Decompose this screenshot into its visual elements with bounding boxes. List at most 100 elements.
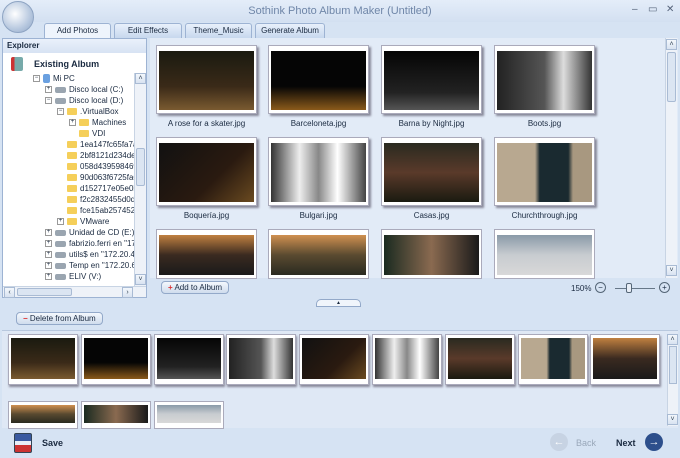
save-icon[interactable] bbox=[14, 433, 32, 453]
photo-thumbnail[interactable] bbox=[494, 229, 595, 279]
album-photo[interactable] bbox=[444, 334, 515, 385]
tree-item[interactable]: − Mi PC bbox=[3, 73, 134, 84]
expand-toggle-icon[interactable]: + bbox=[45, 240, 52, 248]
scroll-right-button[interactable]: › bbox=[122, 287, 133, 298]
photo-thumbnail[interactable] bbox=[381, 137, 482, 206]
expand-toggle-icon[interactable]: + bbox=[45, 262, 52, 270]
scroll-thumb[interactable] bbox=[669, 346, 677, 384]
tree-item[interactable]: + ELIV (V:) bbox=[3, 271, 134, 282]
zoom-slider-thumb[interactable] bbox=[626, 283, 632, 293]
photo-caption: Boquería.jpg bbox=[183, 211, 230, 220]
photos-vertical-scrollbar[interactable]: ˄ ˅ bbox=[665, 38, 677, 278]
scroll-thumb[interactable] bbox=[667, 52, 676, 102]
maximize-button[interactable]: ▭ bbox=[648, 4, 657, 15]
scroll-up-button[interactable]: ˄ bbox=[667, 334, 678, 345]
tab-edit-effects[interactable]: Edit Effects bbox=[114, 23, 182, 38]
tree-item[interactable]: + utils$ en "172.20.4.1 bbox=[3, 249, 134, 260]
album-photo[interactable] bbox=[8, 334, 78, 385]
tab-theme-music[interactable]: Theme_Music bbox=[185, 23, 252, 38]
tree-item[interactable]: − .VirtualBox bbox=[3, 106, 134, 117]
scroll-down-button[interactable]: ˅ bbox=[135, 274, 146, 285]
expand-toggle-icon[interactable]: − bbox=[57, 108, 64, 116]
tree-item[interactable]: fce15ab2574523 bbox=[3, 205, 134, 216]
net-icon bbox=[55, 273, 66, 280]
tree-item[interactable]: + Disco local (C:) bbox=[3, 84, 134, 95]
tree-item-label: Unidad de CD (E:) bbox=[69, 228, 134, 237]
net-icon bbox=[55, 240, 66, 247]
add-to-album-button[interactable]: + Add to Album bbox=[161, 281, 230, 294]
scroll-left-button[interactable]: ‹ bbox=[4, 287, 15, 298]
expand-toggle-icon[interactable]: + bbox=[69, 119, 76, 127]
expand-toggle-icon[interactable]: − bbox=[45, 97, 52, 105]
zoom-slider[interactable] bbox=[615, 288, 655, 289]
tree-horizontal-scrollbar[interactable]: ‹ › bbox=[3, 286, 146, 298]
tree-item[interactable]: − Disco local (D:) bbox=[3, 95, 134, 106]
album-photo[interactable] bbox=[153, 334, 224, 385]
album-photo[interactable] bbox=[226, 334, 297, 385]
scroll-up-button[interactable]: ˄ bbox=[135, 73, 146, 84]
folder-icon bbox=[67, 196, 77, 204]
next-arrow-icon[interactable]: → bbox=[645, 433, 663, 451]
album-photo[interactable] bbox=[153, 401, 224, 429]
save-button[interactable]: Save bbox=[42, 438, 63, 448]
photo-image bbox=[497, 51, 592, 110]
tree-item[interactable]: + Unidad de CD (E:) bbox=[3, 227, 134, 238]
photo-thumbnail[interactable] bbox=[381, 229, 482, 279]
album-photo[interactable] bbox=[517, 334, 588, 385]
app-logo-button[interactable] bbox=[2, 1, 34, 33]
close-button[interactable]: ✕ bbox=[666, 4, 674, 15]
album-photo-image bbox=[302, 338, 367, 379]
tree-item[interactable]: + VMware bbox=[3, 216, 134, 227]
scroll-up-button[interactable]: ˄ bbox=[666, 39, 677, 50]
folder-icon bbox=[67, 108, 77, 116]
scroll-down-button[interactable]: ˅ bbox=[667, 414, 678, 425]
expand-toggle-icon[interactable]: + bbox=[45, 273, 52, 281]
next-button[interactable]: Next bbox=[616, 438, 636, 448]
existing-album[interactable]: Existing Album bbox=[34, 59, 99, 69]
album-photo[interactable] bbox=[80, 401, 151, 429]
expand-toggle-icon[interactable]: + bbox=[45, 86, 52, 94]
album-photo[interactable] bbox=[372, 334, 442, 385]
photo-thumbnail[interactable] bbox=[156, 229, 257, 279]
photo-thumbnail[interactable] bbox=[268, 45, 369, 114]
tree-item[interactable]: VDI bbox=[3, 128, 134, 139]
tree-item[interactable]: 1ea147fc65fa7a0 bbox=[3, 139, 134, 150]
tree-item[interactable]: f2c2832455d0d0 bbox=[3, 194, 134, 205]
tree-item[interactable]: 2bf8121d234de3l bbox=[3, 150, 134, 161]
photo-thumbnail[interactable] bbox=[156, 45, 257, 114]
scroll-down-button[interactable]: ˅ bbox=[666, 265, 677, 276]
tree-item[interactable]: + Temp en "172.20.60. bbox=[3, 260, 134, 271]
scroll-thumb[interactable] bbox=[136, 148, 145, 186]
album-vertical-scrollbar[interactable]: ˄ ˅ bbox=[667, 334, 678, 426]
back-arrow-icon[interactable]: ← bbox=[550, 433, 568, 451]
album-photo[interactable] bbox=[80, 334, 151, 385]
minimize-button[interactable]: – bbox=[632, 4, 638, 15]
photo-thumbnail[interactable] bbox=[381, 45, 482, 114]
delete-from-album-button[interactable]: − Delete from Album bbox=[16, 312, 103, 325]
tree-item[interactable]: 058d4395984699 bbox=[3, 161, 134, 172]
tree-item[interactable]: + fabrizio.ferri en "172. bbox=[3, 238, 134, 249]
expand-toggle-icon[interactable]: − bbox=[33, 75, 40, 83]
album-photo[interactable] bbox=[299, 334, 370, 385]
photo-thumbnail[interactable] bbox=[494, 45, 595, 114]
zoom-out-button[interactable]: − bbox=[595, 282, 606, 293]
tab-generate-album[interactable]: Generate Album bbox=[255, 23, 325, 38]
expand-toggle-icon[interactable]: + bbox=[57, 218, 64, 226]
expand-toggle-icon[interactable]: + bbox=[45, 229, 52, 237]
hscroll-thumb[interactable] bbox=[17, 288, 72, 296]
tree-item[interactable]: d152717e05e0ba bbox=[3, 183, 134, 194]
album-photo[interactable] bbox=[590, 334, 661, 385]
tab-add-photos[interactable]: Add Photos bbox=[44, 23, 111, 38]
tree-item[interactable]: 90d063f6725fa6 bbox=[3, 172, 134, 183]
photo-thumbnail[interactable] bbox=[268, 137, 369, 206]
back-button[interactable]: Back bbox=[576, 438, 596, 448]
album-photo[interactable] bbox=[8, 401, 78, 429]
tree-vertical-scrollbar[interactable]: ˄ ˅ bbox=[134, 73, 146, 286]
collapse-button[interactable]: ▲ bbox=[316, 299, 361, 307]
photo-thumbnail[interactable] bbox=[268, 229, 369, 279]
expand-toggle-icon[interactable]: + bbox=[45, 251, 52, 259]
photo-thumbnail[interactable] bbox=[156, 137, 257, 206]
tree-item[interactable]: + Machines bbox=[3, 117, 134, 128]
photo-thumbnail[interactable] bbox=[494, 137, 595, 206]
zoom-in-button[interactable]: + bbox=[659, 282, 670, 293]
